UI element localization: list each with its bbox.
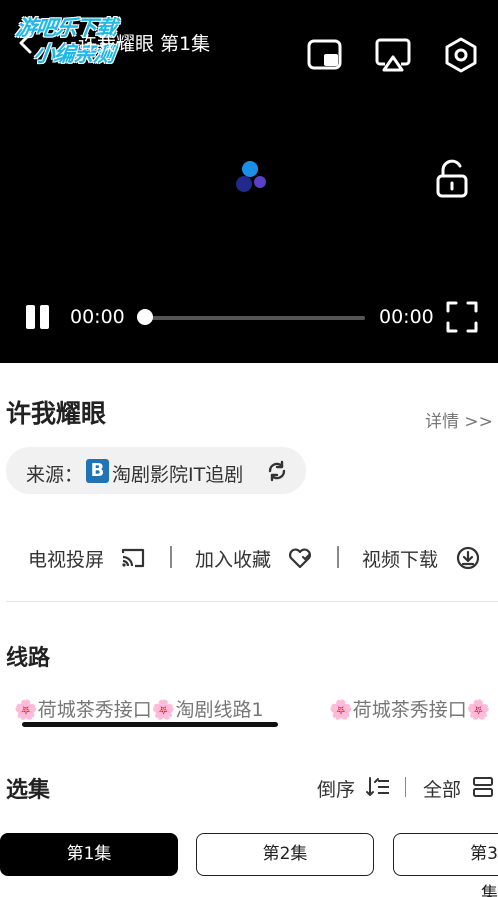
tv-cast-icon[interactable]	[120, 545, 146, 571]
action-bar: 电视投屏 加入收藏 视频下载	[0, 540, 498, 576]
progress-bar[interactable]	[145, 316, 365, 320]
back-icon[interactable]	[14, 30, 40, 56]
current-time: 00:00	[70, 306, 125, 328]
source-label: 来源：	[26, 464, 84, 486]
progress-thumb[interactable]	[137, 309, 153, 325]
pip-icon[interactable]	[306, 36, 344, 74]
action-separator	[170, 546, 172, 568]
loading-indicator	[232, 158, 272, 198]
cast-icon[interactable]	[374, 36, 412, 74]
episodes-heading: 选集	[6, 778, 51, 803]
video-title: 许我耀眼 第1集	[78, 33, 211, 55]
action-separator	[337, 546, 339, 568]
heart-icon[interactable]	[287, 545, 313, 571]
episode-button-2[interactable]: 第2集	[196, 833, 374, 876]
route-item[interactable]: 🌸荷城茶秀接口🌸淘剧线路1	[14, 695, 264, 722]
video-player[interactable]: 游吧乐下载 小编亲测 许我耀眼 第1集 00:00 00:00	[0, 0, 498, 363]
details-link[interactable]: 详情 >>	[425, 407, 493, 432]
sort-order-button[interactable]: 倒序	[317, 775, 355, 802]
source-selector[interactable]: 来源： B 淘剧影院IT追剧	[6, 447, 306, 494]
refresh-icon[interactable]	[265, 459, 289, 483]
all-episodes-button[interactable]: 全部	[423, 775, 461, 802]
tv-cast-button[interactable]: 电视投屏	[28, 545, 104, 572]
route-selected-indicator	[22, 722, 278, 727]
episode-button-1[interactable]: 第1集	[0, 833, 178, 876]
player-controls: 00:00 00:00	[0, 296, 498, 340]
routes-heading: 线路	[6, 646, 51, 671]
grid-icon[interactable]	[472, 775, 494, 799]
episode-button-3-label: 第3集	[470, 844, 498, 897]
sort-separator	[405, 777, 406, 797]
episode-button-3[interactable]: 第3集	[393, 833, 498, 897]
source-name: 淘剧影院IT追剧	[112, 464, 244, 486]
download-icon[interactable]	[455, 545, 481, 571]
add-favorite-button[interactable]: 加入收藏	[195, 545, 271, 572]
pause-icon[interactable]	[24, 304, 52, 330]
lock-icon[interactable]	[433, 158, 471, 200]
source-badge: B	[86, 459, 109, 483]
fullscreen-icon[interactable]	[445, 300, 479, 334]
settings-icon[interactable]	[442, 36, 480, 74]
route-item[interactable]: 🌸荷城茶秀接口🌸	[329, 695, 490, 722]
section-divider	[6, 601, 498, 602]
total-time: 00:00	[379, 306, 434, 328]
download-button[interactable]: 视频下载	[362, 545, 438, 572]
sort-icon[interactable]	[365, 775, 391, 799]
show-title: 许我耀眼	[6, 399, 107, 428]
